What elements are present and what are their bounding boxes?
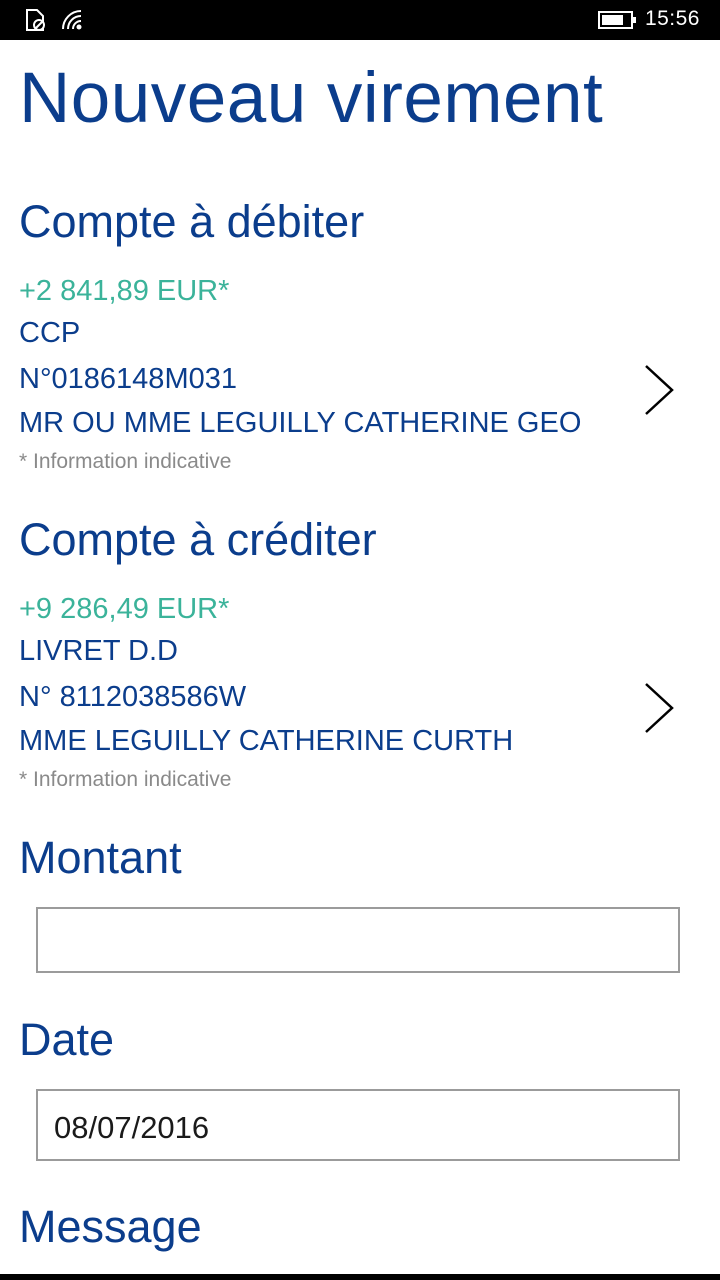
date-input[interactable]: 08/07/2016 (36, 1089, 680, 1161)
debit-account-type: CCP (19, 317, 81, 349)
debit-account-heading: Compte à débiter (19, 196, 365, 247)
credit-account-type: LIVRET D.D (19, 635, 179, 667)
debit-account-holder: MR OU MME LEGUILLY CATHERINE GEO (19, 407, 582, 439)
message-label: Message (19, 1201, 202, 1252)
amount-label: Montant (19, 832, 182, 883)
debit-account-balance: +2 841,89 EUR* (19, 275, 230, 307)
page-title: Nouveau virement (19, 59, 604, 138)
sim-icon (22, 8, 48, 37)
debit-account-number: N°0186148M031 (19, 363, 237, 395)
credit-account-selector[interactable]: +9 286,49 EUR* LIVRET D.D N° 8112038586W… (19, 590, 699, 840)
chevron-right-icon[interactable] (637, 678, 681, 738)
battery-icon (598, 10, 638, 35)
amount-input[interactable] (36, 907, 680, 973)
bottom-edge (0, 1274, 720, 1280)
wifi-icon (60, 8, 86, 37)
date-label: Date (19, 1014, 115, 1065)
credit-account-balance: +9 286,49 EUR* (19, 593, 230, 625)
status-bar: 15:56 (0, 0, 720, 40)
credit-account-note: * Information indicative (19, 768, 232, 791)
credit-account-holder: MME LEGUILLY CATHERINE CURTH (19, 725, 514, 757)
status-time: 15:56 (644, 7, 700, 30)
credit-account-number: N° 8112038586W (19, 681, 247, 713)
debit-account-note: * Information indicative (19, 450, 232, 473)
credit-account-heading: Compte à créditer (19, 514, 377, 565)
date-value: 08/07/2016 (54, 1110, 210, 1145)
debit-account-selector[interactable]: +2 841,89 EUR* CCP N°0186148M031 MR OU M… (19, 272, 699, 522)
chevron-right-icon[interactable] (637, 360, 681, 420)
